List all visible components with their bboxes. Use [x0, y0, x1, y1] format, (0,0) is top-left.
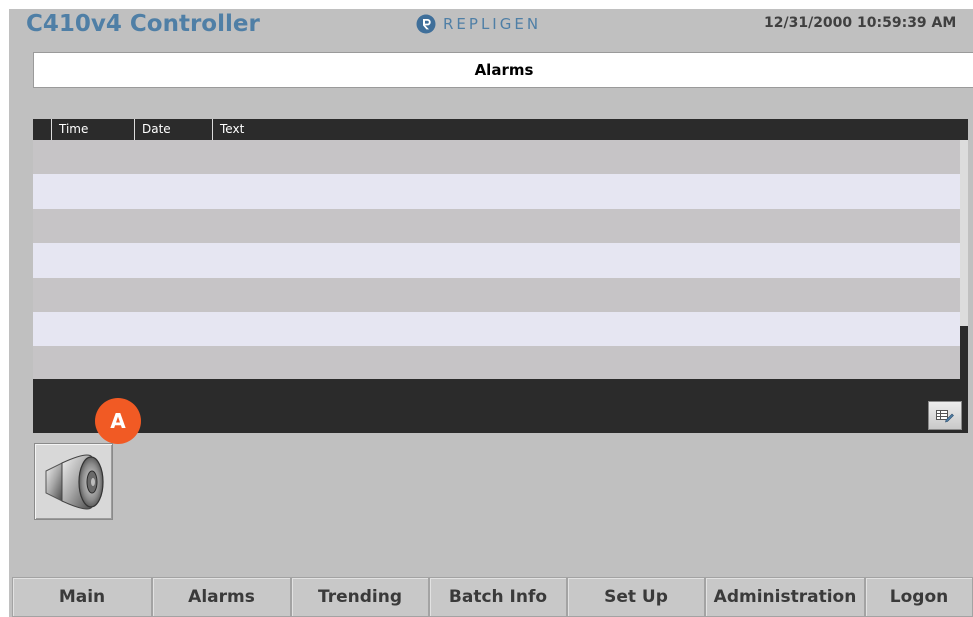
alarm-table-body[interactable]: [33, 140, 960, 379]
brand-logo: REPLIGEN: [416, 13, 541, 35]
app-title: C410v4 Controller: [26, 11, 260, 37]
table-row[interactable]: [33, 140, 960, 175]
brand-name: REPLIGEN: [443, 15, 542, 33]
table-config-button[interactable]: [928, 401, 962, 430]
table-row[interactable]: [33, 174, 960, 209]
bottom-nav: Main Alarms Trending Batch Info Set Up A…: [12, 577, 973, 617]
table-row[interactable]: [33, 311, 960, 347]
table-edit-icon: [936, 409, 954, 422]
datetime-display: 12/31/2000 10:59:39 AM: [764, 15, 957, 31]
alarm-table[interactable]: Time Date Text: [33, 119, 968, 433]
callout-label: A: [110, 409, 126, 433]
table-row[interactable]: [33, 346, 960, 379]
alarm-sound-button[interactable]: [34, 443, 113, 520]
alarm-table-header: Time Date Text: [33, 119, 932, 140]
table-row[interactable]: [33, 277, 960, 312]
column-header-date[interactable]: Date: [134, 119, 212, 140]
tab-main[interactable]: Main: [12, 577, 152, 617]
column-header-time[interactable]: Time: [51, 119, 134, 140]
page-title-bar: Alarms: [33, 52, 973, 88]
tab-trending[interactable]: Trending: [291, 577, 429, 617]
page-title: Alarms: [474, 61, 534, 79]
tab-logon[interactable]: Logon: [865, 577, 973, 617]
callout-marker: A: [95, 398, 141, 444]
column-header-text[interactable]: Text: [212, 119, 932, 140]
controller-screen: C410v4 Controller REPLIGEN 12/31/2000 10…: [9, 9, 973, 617]
tab-batch-info[interactable]: Batch Info: [429, 577, 567, 617]
table-row[interactable]: [33, 208, 960, 244]
alarm-table-toolbar: [33, 379, 968, 433]
table-scrollbar[interactable]: [960, 140, 968, 326]
tab-alarms[interactable]: Alarms: [152, 577, 291, 617]
table-row[interactable]: [33, 243, 960, 278]
speaker-icon: [45, 454, 104, 509]
tab-administration[interactable]: Administration: [705, 577, 865, 617]
repligen-logo-icon: [416, 14, 436, 34]
tab-set-up[interactable]: Set Up: [567, 577, 705, 617]
